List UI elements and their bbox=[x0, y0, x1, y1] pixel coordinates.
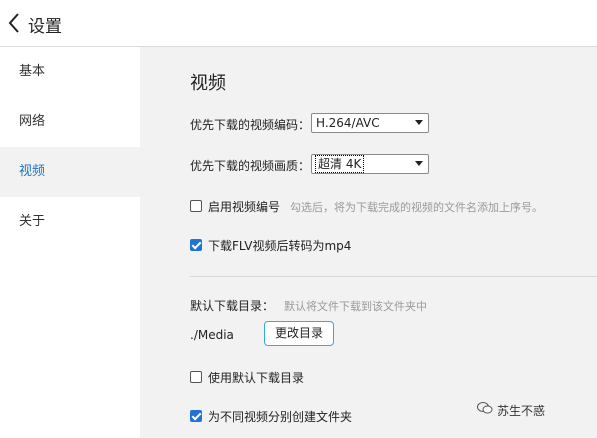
download-dir-label: 默认下载目录： bbox=[190, 299, 275, 313]
section-title: 视频 bbox=[190, 73, 226, 94]
watermark: 苏生不惑 bbox=[477, 402, 546, 419]
download-dir-path: ./Media bbox=[190, 328, 234, 342]
back-arrow-icon[interactable] bbox=[6, 11, 22, 35]
flv-label[interactable]: 下载FLV视频后转码为mp4 bbox=[208, 237, 351, 254]
numbering-label[interactable]: 启用视频编号 bbox=[208, 198, 280, 215]
download-dir-hint: 默认将文件下载到该文件夹中 bbox=[284, 300, 427, 313]
sidebar-item-about[interactable]: 关于 bbox=[0, 197, 140, 247]
sidebar-item-network[interactable]: 网络 bbox=[0, 97, 140, 147]
sidebar: 基本 网络 视频 关于 bbox=[0, 47, 140, 438]
quality-select[interactable]: 超清 4K bbox=[311, 154, 429, 174]
codec-value: H.264/AVC bbox=[316, 116, 380, 130]
numbering-checkbox[interactable] bbox=[190, 200, 202, 212]
use-default-dir-label[interactable]: 使用默认下载目录 bbox=[208, 369, 304, 386]
codec-label: 优先下载的视频编码： bbox=[190, 118, 311, 132]
quality-value: 超清 4K bbox=[314, 155, 365, 173]
quality-label: 优先下载的视频画质： bbox=[190, 159, 311, 173]
page-title: 设置 bbox=[28, 17, 62, 37]
wechat-icon bbox=[477, 402, 493, 414]
sidebar-item-video[interactable]: 视频 bbox=[0, 147, 140, 197]
header: 设置 bbox=[0, 0, 597, 47]
codec-select[interactable]: H.264/AVC bbox=[311, 113, 429, 133]
chevron-down-icon bbox=[415, 120, 423, 125]
watermark-text: 苏生不惑 bbox=[497, 404, 546, 418]
numbering-hint: 勾选后，将为下载完成的视频的文件名添加上序号。 bbox=[290, 201, 543, 214]
use-default-dir-checkbox[interactable] bbox=[190, 371, 202, 383]
sidebar-item-basic[interactable]: 基本 bbox=[0, 47, 140, 97]
divider bbox=[190, 276, 597, 277]
create-folders-checkbox[interactable] bbox=[190, 410, 202, 422]
chevron-down-icon bbox=[415, 161, 423, 166]
create-folders-label[interactable]: 为不同视频分别创建文件夹 bbox=[208, 408, 352, 425]
change-dir-button[interactable]: 更改目录 bbox=[264, 321, 334, 346]
flv-checkbox[interactable] bbox=[190, 239, 202, 251]
video-settings-panel: 视频 优先下载的视频编码： H.264/AVC 优先下载的视频画质： 超清 4K… bbox=[140, 47, 597, 438]
